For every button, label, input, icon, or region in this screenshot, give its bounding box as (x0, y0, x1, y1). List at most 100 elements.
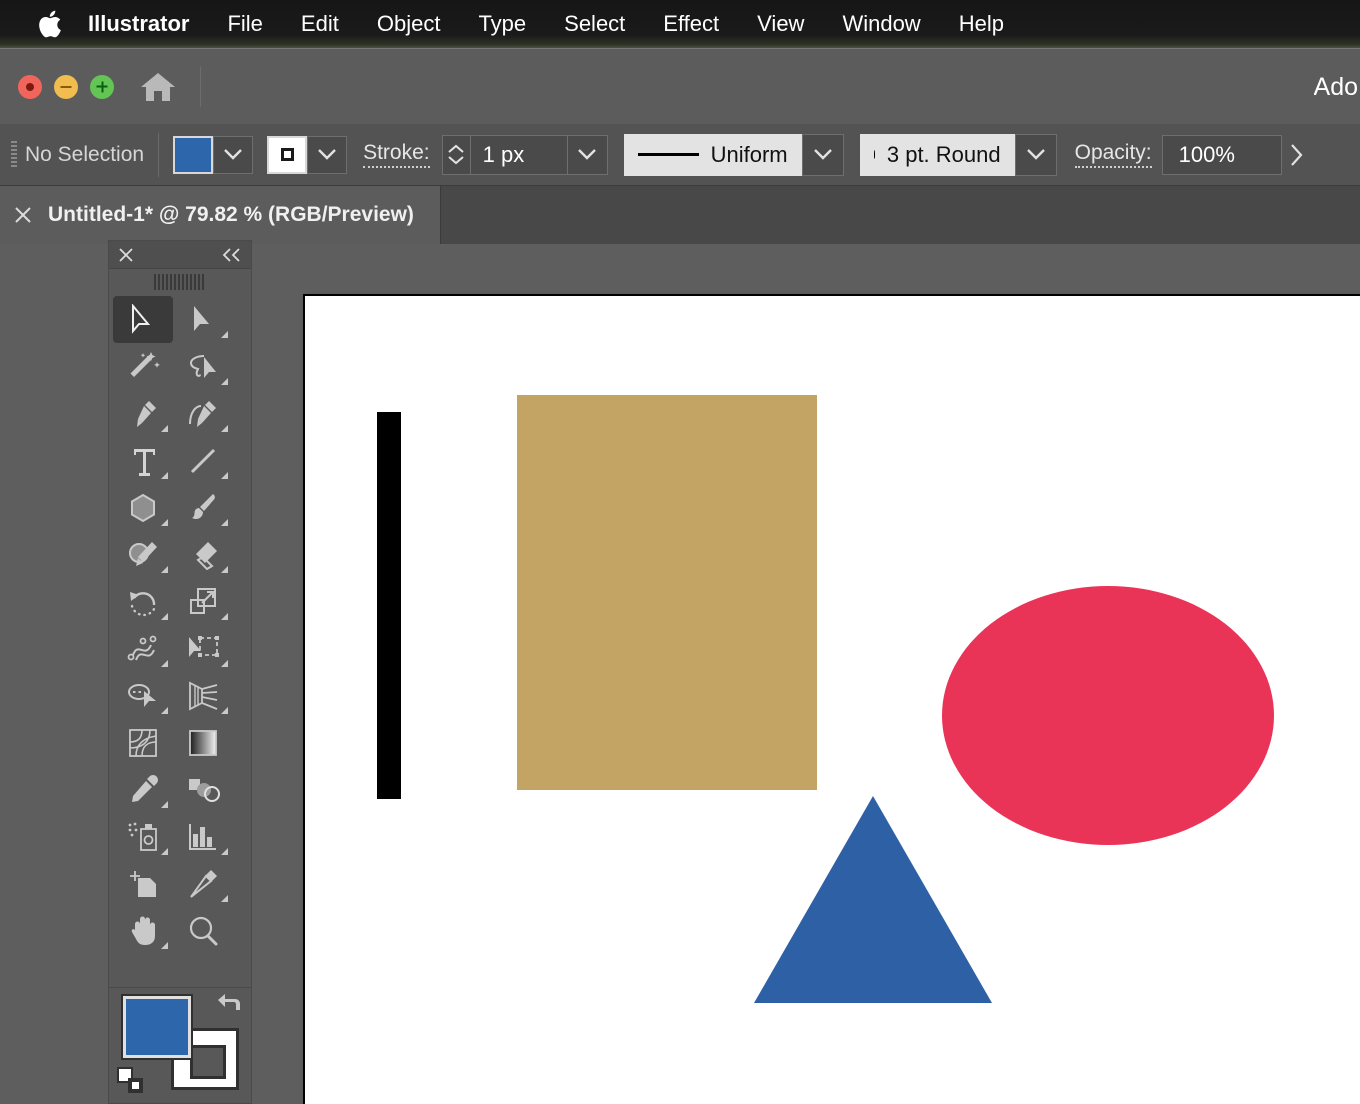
round-brush-preview-icon (873, 150, 875, 159)
variable-width-profile-dropdown[interactable]: Uniform (623, 133, 844, 176)
lasso-tool[interactable] (173, 343, 233, 390)
perspective-grid-tool[interactable] (173, 672, 233, 719)
rotate-tool[interactable] (113, 578, 173, 625)
curvature-tool[interactable] (173, 390, 233, 437)
tool-expand-corner-icon (221, 331, 228, 338)
selection-tool[interactable] (113, 296, 173, 343)
tool-expand-corner-icon (161, 519, 168, 526)
brush-definition-dropdown[interactable]: 3 pt. Round (859, 133, 1057, 176)
zoom-tool[interactable] (173, 907, 233, 954)
blend-tool[interactable] (173, 766, 233, 813)
free-transform-tool[interactable] (173, 625, 233, 672)
magic-wand-tool[interactable] (113, 343, 173, 390)
stroke-dropdown-chevron-down-icon[interactable] (307, 135, 348, 174)
tools-panel-grip[interactable] (154, 274, 206, 290)
brush-chevron-down-icon[interactable] (1014, 133, 1057, 176)
document-tab[interactable]: Untitled-1* @ 79.82 % (RGB/Preview) (0, 186, 441, 244)
menu-type[interactable]: Type (459, 0, 545, 48)
menu-select[interactable]: Select (545, 0, 644, 48)
tool-expand-corner-icon (161, 425, 168, 432)
close-traffic-light-icon[interactable] (18, 74, 42, 99)
maximize-traffic-light-icon[interactable] (90, 74, 114, 99)
tan-rectangle-shape[interactable] (517, 395, 817, 790)
direct-selection-tool[interactable] (173, 296, 233, 343)
width-profile-display[interactable]: Uniform (623, 133, 802, 176)
stroke-label[interactable]: Stroke: (363, 141, 430, 168)
brush-display[interactable]: 3 pt. Round (859, 133, 1015, 176)
double-chevron-left-icon[interactable] (222, 247, 242, 262)
tool-expand-corner-icon (221, 613, 228, 620)
window-title: Ado (1313, 72, 1358, 101)
tool-expand-corner-icon (221, 519, 228, 526)
tool-expand-corner-icon (161, 707, 168, 714)
minimize-traffic-light-icon[interactable] (54, 74, 78, 99)
tool-expand-corner-icon (161, 660, 168, 667)
close-icon[interactable] (14, 206, 32, 224)
menu-view[interactable]: View (738, 0, 823, 48)
tool-grid (109, 294, 251, 954)
fill-swatch-group[interactable] (173, 135, 254, 174)
menu-edit[interactable]: Edit (282, 0, 358, 48)
stroke-weight-value[interactable]: 1 px (471, 142, 567, 168)
default-fill-stroke-icon[interactable] (117, 1067, 145, 1095)
tool-expand-corner-icon (221, 895, 228, 902)
eraser-tool[interactable] (173, 531, 233, 578)
scale-tool[interactable] (173, 578, 233, 625)
toolbar-fill-swatch[interactable] (121, 994, 193, 1060)
macos-menu-bar: Illustrator File Edit Object Type Select… (0, 0, 1360, 48)
artboard-tool[interactable] (113, 860, 173, 907)
symbol-sprayer-tool[interactable] (113, 813, 173, 860)
tool-expand-corner-icon (161, 613, 168, 620)
width-profile-chevron-down-icon[interactable] (801, 133, 844, 176)
mesh-tool[interactable] (113, 719, 173, 766)
type-tool[interactable] (113, 437, 173, 484)
tools-panel-header (109, 241, 251, 269)
opacity-label[interactable]: Opacity: (1074, 141, 1152, 168)
tool-expand-corner-icon (221, 707, 228, 714)
paintbrush-tool[interactable] (173, 484, 233, 531)
hand-tool[interactable] (113, 907, 173, 954)
menu-illustrator[interactable]: Illustrator (70, 0, 208, 48)
menu-object[interactable]: Object (358, 0, 460, 48)
line-segment-tool[interactable] (173, 437, 233, 484)
fill-color-swatch[interactable] (173, 135, 214, 174)
artboard[interactable] (303, 294, 1360, 1104)
apple-logo-icon[interactable] (30, 9, 70, 39)
traffic-lights (18, 74, 114, 99)
width-profile-label: Uniform (710, 141, 788, 167)
stroke-swatch-inner (280, 148, 294, 161)
width-tool[interactable] (113, 625, 173, 672)
tool-expand-corner-icon (161, 801, 168, 808)
fill-dropdown-chevron-down-icon[interactable] (213, 135, 254, 174)
eyedropper-tool[interactable] (113, 766, 173, 813)
document-tab-strip: Untitled-1* @ 79.82 % (RGB/Preview) (0, 186, 1360, 244)
menu-window[interactable]: Window (823, 0, 939, 48)
gradient-tool[interactable] (173, 719, 233, 766)
shape-builder-tool[interactable] (113, 672, 173, 719)
black-bar-shape[interactable] (377, 412, 401, 799)
stroke-weight-stepper[interactable] (443, 135, 471, 174)
stroke-weight-chevron-down-icon[interactable] (566, 135, 607, 174)
menu-effect[interactable]: Effect (644, 0, 738, 48)
document-tab-title: Untitled-1* @ 79.82 % (RGB/Preview) (48, 203, 414, 226)
tool-expand-corner-icon (161, 472, 168, 479)
shape-tool[interactable] (113, 484, 173, 531)
close-icon[interactable] (118, 247, 134, 263)
opacity-value-field[interactable]: 100% (1161, 134, 1282, 175)
home-icon[interactable] (140, 70, 176, 104)
column-graph-tool[interactable] (173, 813, 233, 860)
menu-file[interactable]: File (208, 0, 281, 48)
toolbar-divider (200, 66, 201, 107)
stroke-swatch-group[interactable] (267, 135, 348, 174)
pen-tool[interactable] (113, 390, 173, 437)
pencil-tool[interactable] (113, 531, 173, 578)
stroke-color-swatch[interactable] (267, 135, 308, 174)
stroke-weight-field[interactable]: 1 px (441, 134, 608, 175)
control-bar-grip[interactable] (11, 140, 17, 169)
control-bar-overflow-chevron-right-icon[interactable] (1290, 143, 1303, 166)
blue-triangle-shape[interactable] (754, 796, 992, 1003)
slice-tool[interactable] (173, 860, 233, 907)
selection-status: No Selection (25, 142, 145, 166)
menu-help[interactable]: Help (940, 0, 1023, 48)
swap-fill-stroke-icon[interactable] (217, 992, 245, 1018)
